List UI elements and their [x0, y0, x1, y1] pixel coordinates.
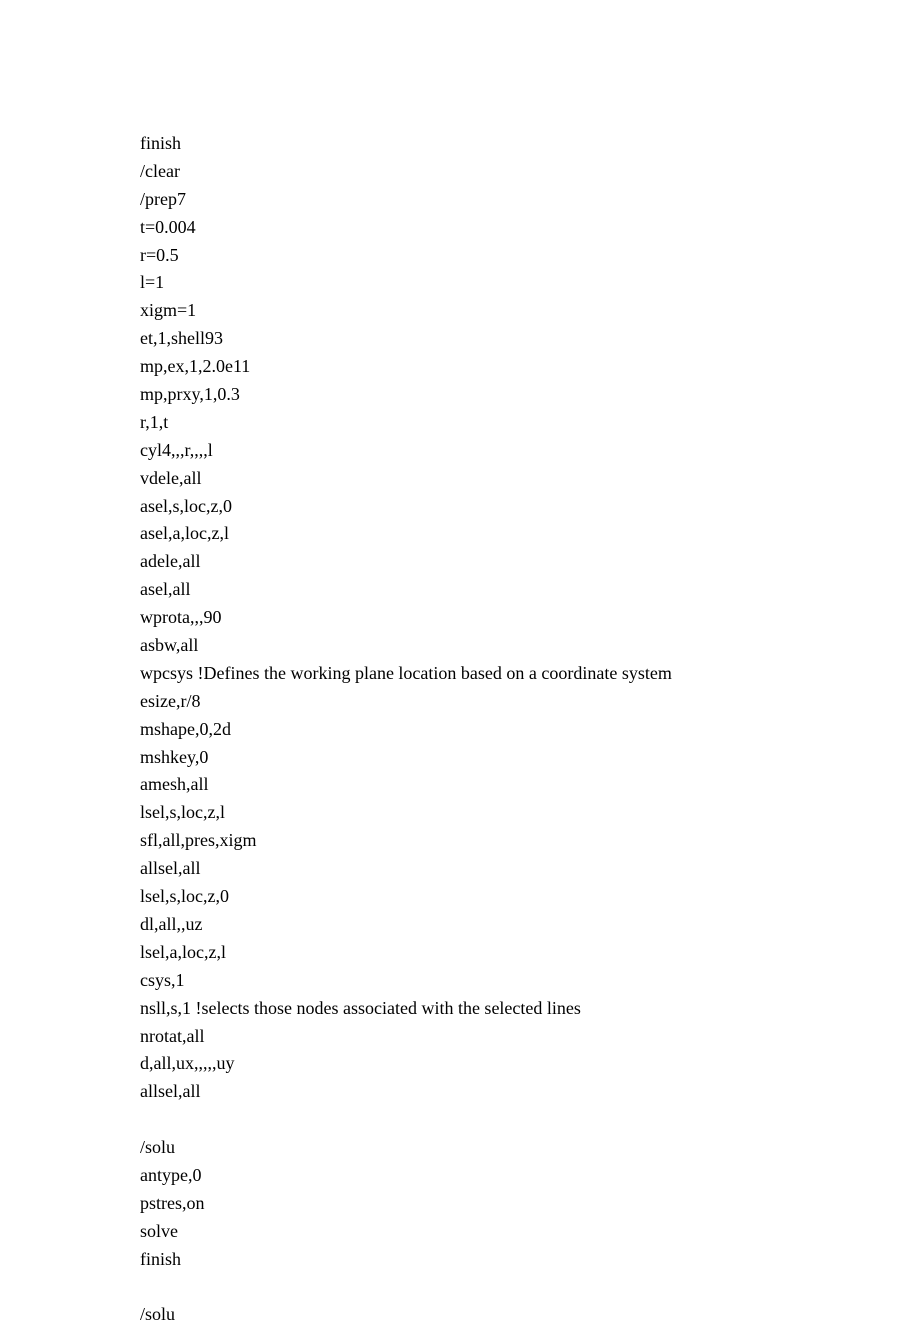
- code-line: solve: [140, 1218, 780, 1246]
- code-line: adele,all: [140, 548, 780, 576]
- code-line: cyl4,,,r,,,,l: [140, 437, 780, 465]
- code-line: /solu: [140, 1301, 780, 1329]
- code-line: et,1,shell93: [140, 325, 780, 353]
- code-content: finish/clear/prep7t=0.004r=0.5l=1xigm=1e…: [140, 130, 780, 1329]
- code-line: nrotat,all: [140, 1023, 780, 1051]
- code-line: amesh,all: [140, 771, 780, 799]
- code-line: [140, 1274, 780, 1302]
- code-line: asbw,all: [140, 632, 780, 660]
- code-line: /clear: [140, 158, 780, 186]
- code-line: antype,0: [140, 1162, 780, 1190]
- code-line: dl,all,,uz: [140, 911, 780, 939]
- code-line: sfl,all,pres,xigm: [140, 827, 780, 855]
- code-line: wprota,,,90: [140, 604, 780, 632]
- code-line: nsll,s,1 !selects those nodes associated…: [140, 995, 780, 1023]
- code-line: pstres,on: [140, 1190, 780, 1218]
- code-line: vdele,all: [140, 465, 780, 493]
- code-line: t=0.004: [140, 214, 780, 242]
- code-line: allsel,all: [140, 855, 780, 883]
- code-line: mshkey,0: [140, 744, 780, 772]
- code-line: l=1: [140, 269, 780, 297]
- code-line: lsel,a,loc,z,l: [140, 939, 780, 967]
- code-line: finish: [140, 1246, 780, 1274]
- code-line: r,1,t: [140, 409, 780, 437]
- code-line: xigm=1: [140, 297, 780, 325]
- code-line: asel,s,loc,z,0: [140, 493, 780, 521]
- code-line: [140, 1106, 780, 1134]
- code-line: r=0.5: [140, 242, 780, 270]
- code-line: csys,1: [140, 967, 780, 995]
- code-line: lsel,s,loc,z,0: [140, 883, 780, 911]
- code-line: d,all,ux,,,,,uy: [140, 1050, 780, 1078]
- code-line: /solu: [140, 1134, 780, 1162]
- code-line: wpcsys !Defines the working plane locati…: [140, 660, 780, 688]
- code-line: finish: [140, 130, 780, 158]
- code-line: mp,ex,1,2.0e11: [140, 353, 780, 381]
- code-line: mshape,0,2d: [140, 716, 780, 744]
- code-line: allsel,all: [140, 1078, 780, 1106]
- code-line: mp,prxy,1,0.3: [140, 381, 780, 409]
- code-line: lsel,s,loc,z,l: [140, 799, 780, 827]
- code-line: /prep7: [140, 186, 780, 214]
- code-line: asel,a,loc,z,l: [140, 520, 780, 548]
- code-line: asel,all: [140, 576, 780, 604]
- code-line: esize,r/8: [140, 688, 780, 716]
